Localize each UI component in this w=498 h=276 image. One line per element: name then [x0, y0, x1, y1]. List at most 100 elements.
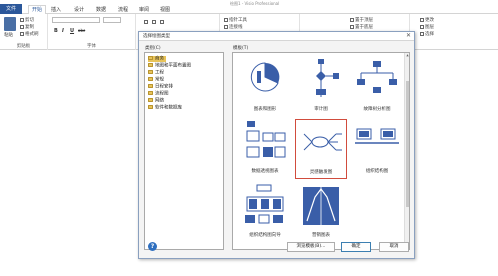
connector-icon	[224, 24, 228, 29]
select-button[interactable]: 选择	[420, 31, 434, 37]
template-tile[interactable]: 审计图	[295, 57, 347, 117]
clipboard-group-label: 剪贴板	[16, 44, 31, 49]
template-caption: 营销图表	[312, 233, 330, 238]
editing-group: 更改 图层 选择	[410, 14, 498, 50]
category-label: 类别(C)	[145, 46, 161, 51]
copy-icon	[20, 24, 24, 29]
tab-view[interactable]: 视图	[160, 6, 170, 14]
template-label: 模板(T)	[233, 46, 249, 51]
underline-button[interactable]: U	[70, 28, 74, 34]
category-item[interactable]: 地图和平面布置图	[148, 63, 191, 69]
font-group-label: 字体	[87, 44, 96, 49]
fault-tree-icon	[357, 61, 397, 93]
category-item[interactable]: 工程	[148, 70, 164, 76]
folder-icon	[148, 63, 153, 67]
bold-button[interactable]: B	[54, 28, 58, 34]
template-caption: 审计图	[314, 107, 328, 112]
category-item[interactable]: 日程安排	[148, 84, 173, 90]
category-item[interactable]: 商务	[148, 56, 166, 62]
pivot-diagram-icon	[246, 121, 286, 158]
template-tile[interactable]: 营销图表	[295, 183, 347, 243]
template-tile[interactable]: 故障树分析图	[351, 57, 403, 117]
connector-tool-button[interactable]: 连接线	[224, 24, 243, 30]
font-group: B I U abc 字体	[48, 14, 136, 50]
template-tile[interactable]: 组织结构图	[351, 119, 403, 179]
template-scrollbar[interactable]: ▲ ▼	[404, 53, 409, 249]
marketing-chart-icon	[303, 187, 339, 225]
category-list[interactable]: 商务 地图和平面布置图 工程 常规 日程安排 流程图 网络 软件和数据库	[144, 52, 224, 250]
font-size-select[interactable]	[103, 17, 121, 23]
template-caption: 组织结构图	[365, 169, 389, 174]
template-caption: 灵感触发图	[309, 170, 333, 175]
bring-to-front-button[interactable]: 置于顶层	[350, 17, 373, 23]
layer-icon	[420, 24, 424, 29]
select-icon	[420, 31, 424, 36]
category-item[interactable]: 软件和数据库	[148, 105, 182, 111]
cancel-button[interactable]: 取消	[379, 242, 409, 252]
paste-icon[interactable]	[4, 17, 16, 31]
italic-button[interactable]: I	[62, 28, 64, 34]
brush-icon	[20, 31, 24, 36]
tab-file[interactable]: 文件	[0, 4, 22, 14]
dialog-title: 选择绘图类型	[143, 34, 170, 39]
category-item[interactable]: 常规	[148, 77, 164, 83]
strikethrough-button[interactable]: abc	[78, 28, 85, 33]
audit-diagram-icon	[316, 59, 339, 97]
tab-home[interactable]: 开始	[28, 5, 47, 14]
font-name-select[interactable]	[52, 17, 100, 23]
window-title: 绘图1 - Visio Professional	[230, 1, 280, 6]
scroll-thumb[interactable]	[406, 81, 409, 207]
align-left-icon[interactable]	[144, 20, 148, 24]
dialog-title-bar: 选择绘图类型 ✕	[139, 32, 414, 41]
folder-icon	[148, 70, 153, 74]
send-to-back-button[interactable]: 置于底层	[350, 24, 373, 30]
tab-process[interactable]: 流程	[118, 6, 128, 14]
template-tile-selected[interactable]: 灵感触发图	[295, 119, 347, 179]
bring-front-icon	[350, 17, 354, 22]
ribbon-tab-bar: 绘图1 - Visio Professional 文件 开始 插入 设计 数据 …	[0, 0, 498, 14]
folder-icon	[148, 105, 153, 109]
tab-design[interactable]: 设计	[74, 6, 84, 14]
tab-insert[interactable]: 插入	[51, 6, 61, 14]
pointer-tool-button[interactable]: 指针工具	[224, 17, 247, 23]
folder-icon	[148, 77, 153, 81]
change-shape-icon	[420, 17, 424, 22]
category-item[interactable]: 网络	[148, 98, 164, 104]
template-tile[interactable]: 数据透视图表	[239, 119, 291, 179]
format-painter-button[interactable]: 格式刷	[20, 31, 39, 37]
change-shape-button[interactable]: 更改	[420, 17, 434, 23]
template-caption: 数据透视图表	[251, 169, 279, 174]
folder-icon	[148, 84, 153, 88]
template-caption: 组织结构图向导	[249, 233, 281, 238]
tab-review[interactable]: 审阅	[139, 6, 149, 14]
template-list[interactable]: 图表和图形 审计图 故障树分析图 数据透视图表 灵感触发图 组织结构图 组织结构…	[232, 52, 410, 250]
choose-drawing-type-dialog: 选择绘图类型 ✕ 类别(C) 模板(T) 商务 地图和平面布置图 工程 常规 日…	[138, 31, 415, 259]
copy-button[interactable]: 复制	[20, 24, 34, 30]
clipboard-group: 粘贴 剪切 复制 格式刷 剪贴板	[0, 14, 48, 50]
template-caption: 图表和图形	[253, 107, 277, 112]
folder-icon	[148, 56, 153, 60]
ok-button[interactable]: 确定	[341, 242, 371, 252]
paste-button[interactable]: 粘贴	[4, 32, 13, 38]
scroll-up-icon[interactable]: ▲	[405, 53, 409, 58]
align-center-icon[interactable]	[152, 20, 156, 24]
align-right-icon[interactable]	[160, 20, 164, 24]
cut-button[interactable]: 剪切	[20, 17, 34, 23]
template-caption: 故障树分析图	[363, 107, 391, 112]
layer-button[interactable]: 图层	[420, 24, 434, 30]
brainstorm-icon	[303, 133, 342, 151]
chart-graph-icon	[250, 62, 280, 92]
template-tile[interactable]: 组织结构图向导	[239, 183, 291, 243]
scissors-icon	[20, 17, 24, 22]
org-wizard-icon	[245, 184, 284, 224]
browse-templates-button[interactable]: 浏览模板(B)...	[287, 242, 335, 252]
template-tile[interactable]: 图表和图形	[239, 57, 291, 117]
send-back-icon	[350, 24, 354, 29]
org-chart-icon	[355, 128, 399, 144]
folder-icon	[148, 91, 153, 95]
category-item[interactable]: 流程图	[148, 91, 169, 97]
tab-data[interactable]: 数据	[96, 6, 106, 14]
close-icon[interactable]: ✕	[406, 32, 411, 39]
help-icon[interactable]: ?	[148, 242, 157, 251]
folder-icon	[148, 98, 153, 102]
